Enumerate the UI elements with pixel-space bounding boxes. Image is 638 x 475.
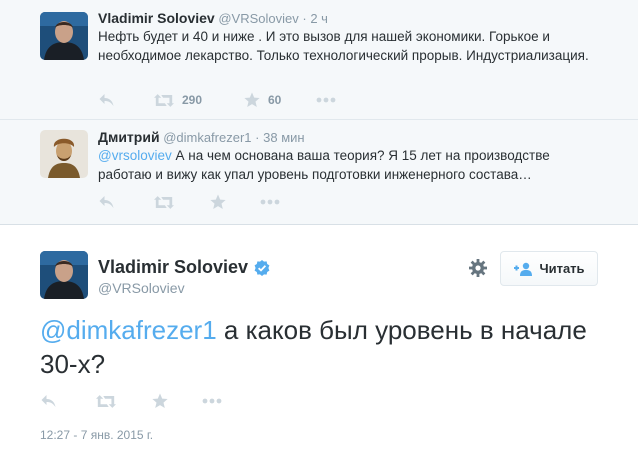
more-icon bbox=[202, 398, 222, 404]
favorite-icon bbox=[210, 194, 226, 210]
follow-button[interactable]: Читать bbox=[500, 251, 598, 286]
tweet-text: @vrsoloviev А на чем основана ваша теори… bbox=[98, 147, 598, 184]
avatar[interactable] bbox=[40, 12, 88, 60]
reply-button[interactable] bbox=[98, 93, 154, 107]
reply-icon bbox=[40, 394, 57, 408]
avatar[interactable] bbox=[40, 251, 88, 299]
main-fullname-row: Vladimir Soloviev bbox=[98, 257, 270, 278]
tweet-text: @dimkafrezer1 а каков был уровень в нача… bbox=[40, 313, 600, 381]
mention-link[interactable]: @dimkafrezer1 bbox=[40, 315, 217, 345]
tweet-text: Нефть будет и 40 и ниже . И это вызов дл… bbox=[98, 29, 589, 63]
favorite-button[interactable] bbox=[210, 194, 260, 210]
tweet-actions: 290 60 bbox=[98, 91, 336, 109]
tweet-time[interactable]: 2 ч bbox=[310, 11, 328, 26]
username[interactable]: @VRSoloviev bbox=[218, 11, 298, 26]
follow-label: Читать bbox=[539, 261, 585, 276]
mention-link[interactable]: @vrsoloviev bbox=[98, 148, 172, 163]
fullname[interactable]: Vladimir Soloviev bbox=[98, 257, 248, 278]
fullname[interactable]: Vladimir Soloviev bbox=[98, 10, 215, 26]
retweet-icon bbox=[154, 196, 174, 209]
username[interactable]: @dimkafrezer1 bbox=[163, 130, 251, 145]
retweet-button[interactable]: 290 bbox=[154, 93, 244, 107]
tweet-timestamp[interactable]: 12:27 - 7 янв. 2015 г. bbox=[40, 428, 153, 442]
retweet-button[interactable] bbox=[154, 196, 210, 209]
favorite-button[interactable] bbox=[152, 393, 202, 409]
reply-button[interactable] bbox=[98, 195, 154, 209]
more-button[interactable] bbox=[316, 97, 336, 103]
tweet-header: Vladimir Soloviev @VRSoloviev · 2 ч bbox=[98, 10, 328, 26]
more-icon bbox=[316, 97, 336, 103]
retweet-button[interactable] bbox=[96, 395, 152, 408]
favorite-button[interactable]: 60 bbox=[244, 92, 316, 108]
time-separator: · bbox=[302, 11, 307, 26]
avatar[interactable] bbox=[40, 130, 88, 178]
retweet-count: 290 bbox=[182, 93, 203, 107]
more-icon bbox=[260, 199, 280, 205]
username[interactable]: @VRSoloviev bbox=[98, 280, 185, 296]
reply-button[interactable] bbox=[40, 394, 96, 408]
ancestor-tweet[interactable]: Дмитрий @dimkafrezer1 · 38 мин @vrsolovi… bbox=[0, 120, 638, 224]
ancestor-tweet[interactable]: Vladimir Soloviev @VRSoloviev · 2 ч Нефт… bbox=[0, 0, 638, 120]
follow-person-icon bbox=[514, 262, 533, 276]
fullname[interactable]: Дмитрий bbox=[98, 129, 160, 145]
verified-icon bbox=[254, 259, 270, 276]
retweet-icon bbox=[154, 94, 174, 107]
gear-icon bbox=[469, 259, 487, 277]
retweet-icon bbox=[96, 395, 116, 408]
favorite-count: 60 bbox=[268, 93, 282, 107]
reply-icon bbox=[98, 93, 115, 107]
tweet-actions bbox=[98, 193, 280, 211]
favorite-icon bbox=[152, 393, 168, 409]
tweet-actions bbox=[40, 392, 222, 410]
more-button[interactable] bbox=[202, 398, 222, 404]
tweet-header: Дмитрий @dimkafrezer1 · 38 мин bbox=[98, 129, 305, 145]
time-separator: · bbox=[255, 130, 260, 145]
user-actions-button[interactable] bbox=[468, 258, 488, 283]
favorite-icon bbox=[244, 92, 260, 108]
reply-icon bbox=[98, 195, 115, 209]
more-button[interactable] bbox=[260, 199, 280, 205]
tweet-time[interactable]: 38 мин bbox=[263, 130, 304, 145]
